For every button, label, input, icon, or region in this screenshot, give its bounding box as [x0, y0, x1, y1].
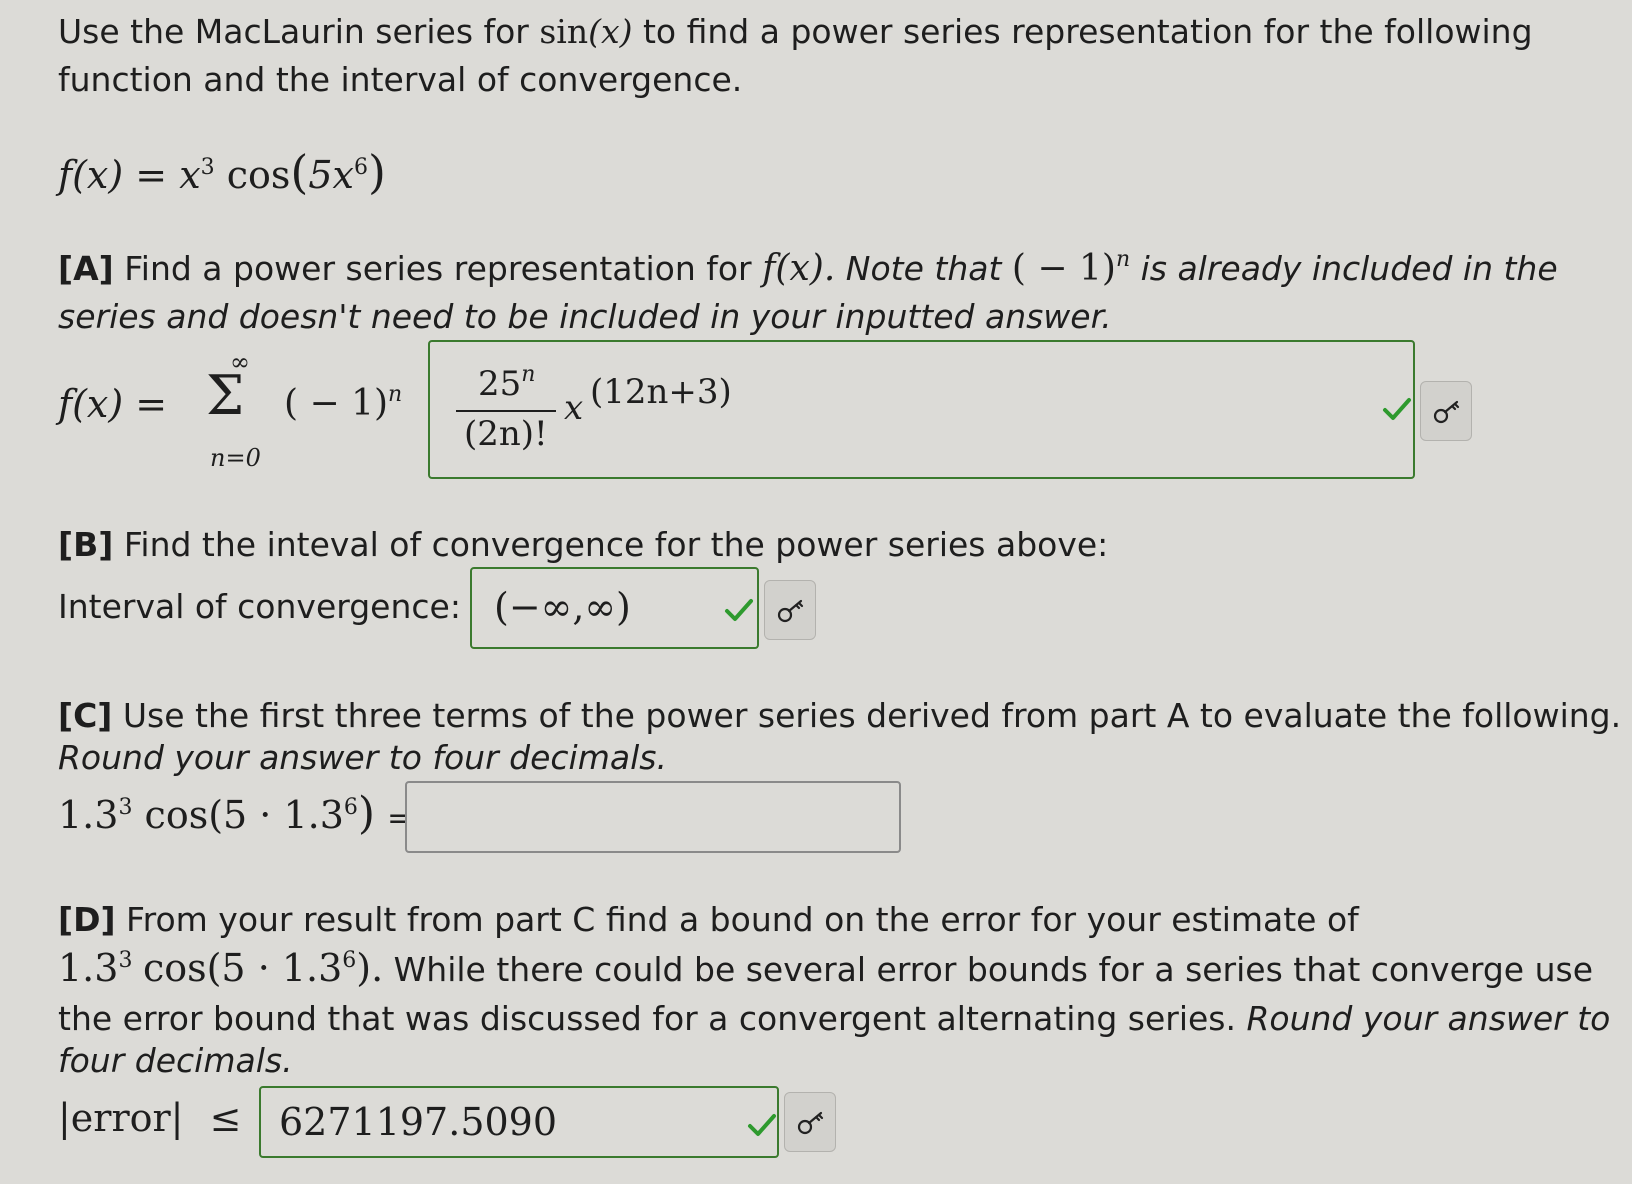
partA-note-2: is already included in the: [1130, 249, 1558, 288]
partA-n-exp: n: [1115, 247, 1131, 272]
partD-expr-arg-exp: 6: [342, 948, 357, 973]
partC-expression: 1.33 cos(5 · 1.36) =: [58, 790, 412, 843]
function-cos: cos: [226, 153, 291, 197]
partD-expr-base: 1.3: [58, 946, 119, 990]
answer-var: x: [564, 388, 584, 428]
partD-text-1: From your result from part C find a boun…: [115, 900, 1359, 939]
partD-line-3: the error bound that was discussed for a…: [58, 995, 1610, 1043]
partB-answer-value: (−∞,∞): [494, 585, 631, 629]
expr-base: 1.3: [58, 793, 119, 837]
expr-cos: cos: [144, 793, 209, 837]
function-definition: f(x) = x3 cos(5x6): [58, 148, 386, 199]
sign-exp: n: [388, 382, 403, 407]
key-icon: [1433, 400, 1460, 424]
key-icon: [777, 599, 804, 623]
sin-func: sin: [539, 12, 589, 51]
function-x: x: [179, 153, 201, 197]
partD-line-1: [D] From your result from part C find a …: [58, 896, 1359, 944]
answer-denominator: (2n)!: [464, 414, 548, 454]
key-icon: [797, 1111, 824, 1135]
function-x-exp: 3: [200, 155, 215, 180]
checkmark-icon: [725, 599, 753, 621]
partA-line-1: [A] Find a power series representation f…: [58, 245, 1558, 293]
partD-expr-arg: (5 · 1.3: [206, 946, 343, 990]
partA-note: Note that: [835, 249, 1012, 288]
paren-close: ): [367, 145, 386, 199]
expr-exp: 3: [118, 795, 133, 820]
sum-lower-limit: n=0: [210, 444, 261, 472]
partD-expr-exp: 3: [118, 948, 133, 973]
partD-text-3-italic: Round your answer to: [1246, 999, 1611, 1038]
partC-instruction: Round your answer to four decimals.: [58, 738, 667, 777]
partC-question: [C] Use the first three terms of the pow…: [58, 692, 1621, 740]
function-coef-exp: 6: [353, 155, 368, 180]
expr-arg-exp: 6: [343, 795, 358, 820]
series-equals: =: [135, 382, 168, 426]
answer-numerator: 25n: [478, 362, 536, 405]
series-lhs: f(x) =: [58, 380, 167, 428]
intro-text-post: to find a power series representation fo…: [632, 12, 1533, 51]
partC-text: Use the first three terms of the power s…: [112, 696, 1622, 735]
partA-answer-key-button[interactable]: [1420, 381, 1472, 441]
error-text: |error|: [58, 1096, 184, 1140]
partD-expr-close: ).: [356, 946, 384, 990]
partB-label: Interval of convergence:: [58, 587, 461, 626]
partC-answer-input[interactable]: [405, 781, 901, 853]
partA-neg-one: ( − 1): [1011, 248, 1116, 289]
partD-text-3: the error bound that was discussed for a…: [58, 999, 1247, 1038]
intro-text: Use the MacLaurin series for: [58, 12, 540, 51]
function-coef: 5x: [308, 153, 354, 197]
checkmark-icon: [748, 1114, 776, 1136]
partA-fx: f(x).: [762, 248, 836, 289]
intro-line-2: function and the interval of convergence…: [58, 60, 743, 99]
partD-text-2: While there could be several error bound…: [383, 950, 1594, 989]
partB-answer-field[interactable]: (−∞,∞): [470, 567, 759, 649]
partD-line-4: four decimals.: [58, 1041, 293, 1080]
series-sign-term: ( − 1)n: [284, 380, 402, 428]
sigma-symbol: Σ: [206, 364, 245, 427]
expr-close: ): [357, 788, 376, 839]
intro-line-1: Use the MacLaurin series for sin(x) to f…: [58, 8, 1533, 56]
equals-sign: =: [135, 153, 168, 197]
checkmark-icon: [1383, 398, 1411, 420]
partB-answer-key-button[interactable]: [764, 580, 816, 640]
partB-question: [B] Find the inteval of convergence for …: [58, 521, 1108, 569]
expr-arg: (5 · 1.3: [208, 793, 344, 837]
fraction-bar: [456, 410, 556, 412]
partD-tag: [D]: [58, 900, 116, 939]
partB-tag: [B]: [58, 525, 114, 564]
partC-tag: [C]: [58, 696, 113, 735]
partB-text: Find the inteval of convergence for the …: [113, 525, 1109, 564]
sign-term: ( − 1): [284, 383, 389, 424]
partA-line-2: series and doesn't need to be included i…: [58, 297, 1112, 336]
paren-open: (: [290, 145, 309, 199]
sin-arg: (x): [588, 12, 633, 51]
function-lhs: f(x): [58, 153, 124, 197]
answer-var-exp: (12n+3): [590, 372, 732, 412]
partD-answer-key-button[interactable]: [784, 1092, 836, 1152]
partD-expr-cos: cos: [142, 946, 207, 990]
series-fx: f(x): [58, 382, 124, 426]
partD-answer-value: 6271197.5090: [279, 1100, 558, 1144]
leq-sign: ≤: [209, 1096, 242, 1140]
partA-answer-field[interactable]: 25n (2n)! x (12n+3): [428, 340, 1415, 479]
error-label: |error| ≤: [58, 1094, 241, 1142]
partA-text: Find a power series representation for: [113, 249, 763, 288]
partD-line-2: 1.33 cos(5 · 1.36). While there could be…: [58, 944, 1593, 994]
numerator-base: 25: [478, 364, 522, 404]
partD-answer-field[interactable]: 6271197.5090: [259, 1086, 779, 1158]
numerator-exp: n: [521, 362, 536, 387]
partA-tag: [A]: [58, 249, 114, 288]
